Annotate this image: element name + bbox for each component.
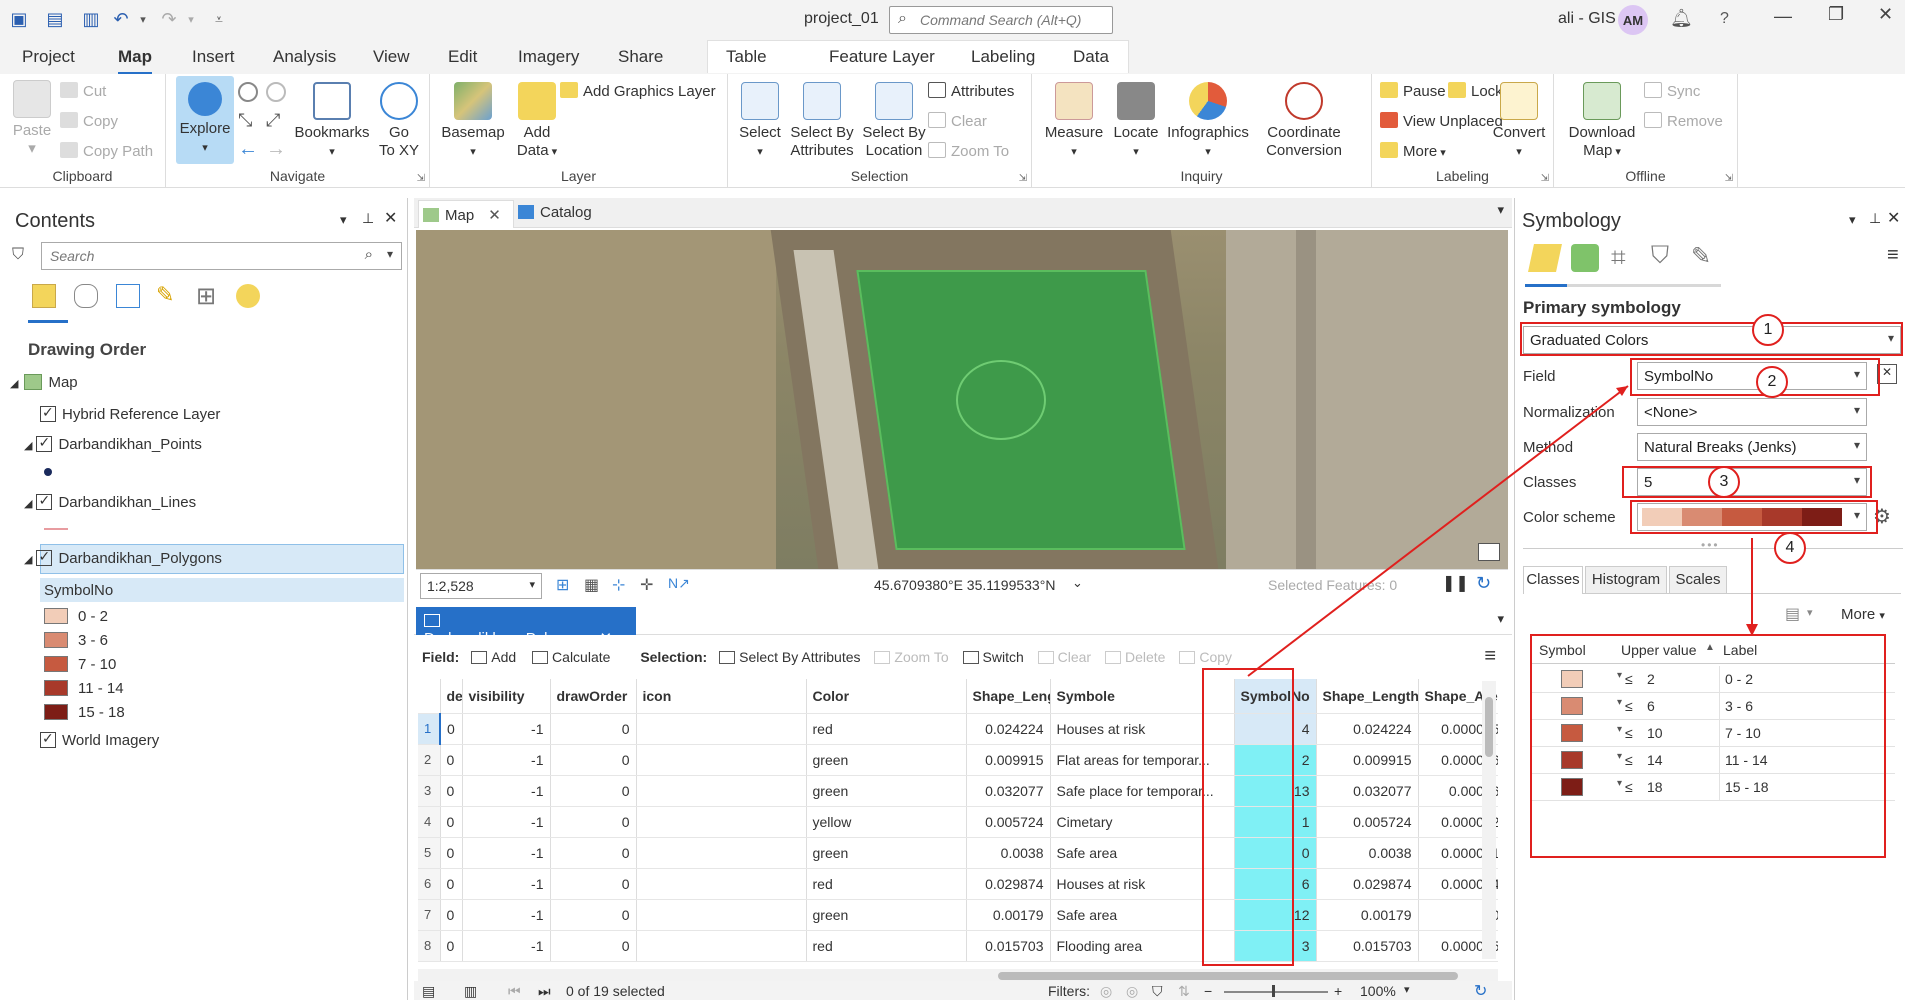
annotation-badge-2: 2 xyxy=(1756,366,1788,398)
annotation-badge-1: 1 xyxy=(1752,314,1784,346)
annotation-badge-4: 4 xyxy=(1774,532,1806,564)
annotation-badge-3: 3 xyxy=(1708,466,1740,498)
annotation-arrow-field xyxy=(1247,385,1629,677)
annotation-arrows xyxy=(1247,385,1758,677)
arcgis-pro-window: ▣ ▤ ▥ ↶ ▾ ↷ ▾ ⩡ project_01 ⌕ Command Sear… xyxy=(0,0,1905,1000)
arrowhead-scheme xyxy=(1746,624,1758,636)
